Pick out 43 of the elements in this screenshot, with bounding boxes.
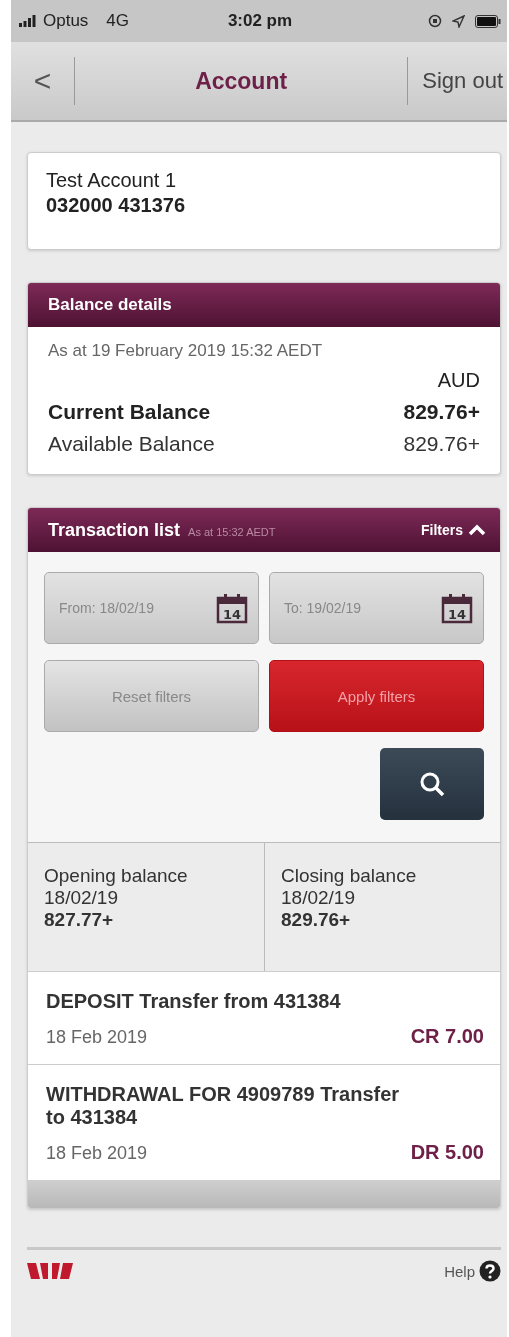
location-arrow-icon (452, 14, 465, 28)
filters-toggle[interactable]: Filters (421, 522, 486, 538)
page-title: Account (194, 67, 289, 95)
summary-amount: 829.76+ (281, 909, 352, 931)
panel-header: Balance details (28, 283, 500, 327)
back-button[interactable]: < (11, 57, 75, 105)
summary-date: 18/02/19 (44, 887, 119, 909)
rotation-lock-icon (428, 14, 442, 28)
currency-label: AUD (436, 369, 480, 392)
as-at-text: As at 19 February 2019 15:32 AEDT (48, 341, 324, 361)
summary-amount: 827.77+ (44, 909, 115, 931)
transaction-date: 18 Feb 2019 (46, 1143, 148, 1164)
battery-icon (475, 14, 501, 28)
summary-label: Closing balance (281, 865, 418, 887)
panel-title: Transaction list (48, 519, 181, 541)
transaction-amount: DR 5.00 (410, 1141, 484, 1164)
account-number: 032000 431376 (46, 194, 187, 217)
search-button[interactable] (380, 748, 484, 820)
transaction-date: 18 Feb 2019 (46, 1027, 148, 1048)
bank-logo (27, 1261, 73, 1281)
clock-time: 3:02 pm (227, 11, 293, 31)
account-name: Test Account 1 (46, 169, 178, 192)
balance-label: Current Balance (48, 400, 211, 424)
summary-date: 18/02/19 (281, 887, 356, 909)
transaction-description: WITHDRAWAL FOR 4909789 Transfer to 431384 (46, 1083, 401, 1129)
signal-icon (19, 15, 37, 27)
help-icon (479, 1260, 501, 1282)
balance-label: Available Balance (48, 432, 215, 456)
transaction-row[interactable]: DEPOSIT Transfer from 431384 18 Feb 2019 CR 7.00 (28, 971, 500, 1064)
transaction-amount: CR 7.00 (410, 1025, 484, 1048)
balance-value: 829.76+ (403, 432, 480, 456)
network-type: 4G (106, 11, 130, 31)
date-field[interactable]: To: 19/02/19 14 (269, 572, 484, 644)
date-field[interactable]: From: 18/02/19 14 (44, 572, 259, 644)
transaction-description: DEPOSIT Transfer from 431384 (46, 990, 342, 1013)
help-link[interactable]: Help (444, 1260, 501, 1282)
balance-value: 829.76+ (403, 400, 480, 424)
search-icon (419, 771, 445, 797)
as-at-text: As at 15:32 AEDT (188, 525, 276, 538)
sign-out-button[interactable]: Sign out (407, 57, 507, 105)
transaction-row[interactable]: WITHDRAWAL FOR 4909789 Transfer to 431384 18 Feb 2019 DR 5.00 (28, 1064, 500, 1180)
summary-label: Opening balance (44, 865, 189, 887)
carrier-name: Optus (43, 11, 89, 31)
